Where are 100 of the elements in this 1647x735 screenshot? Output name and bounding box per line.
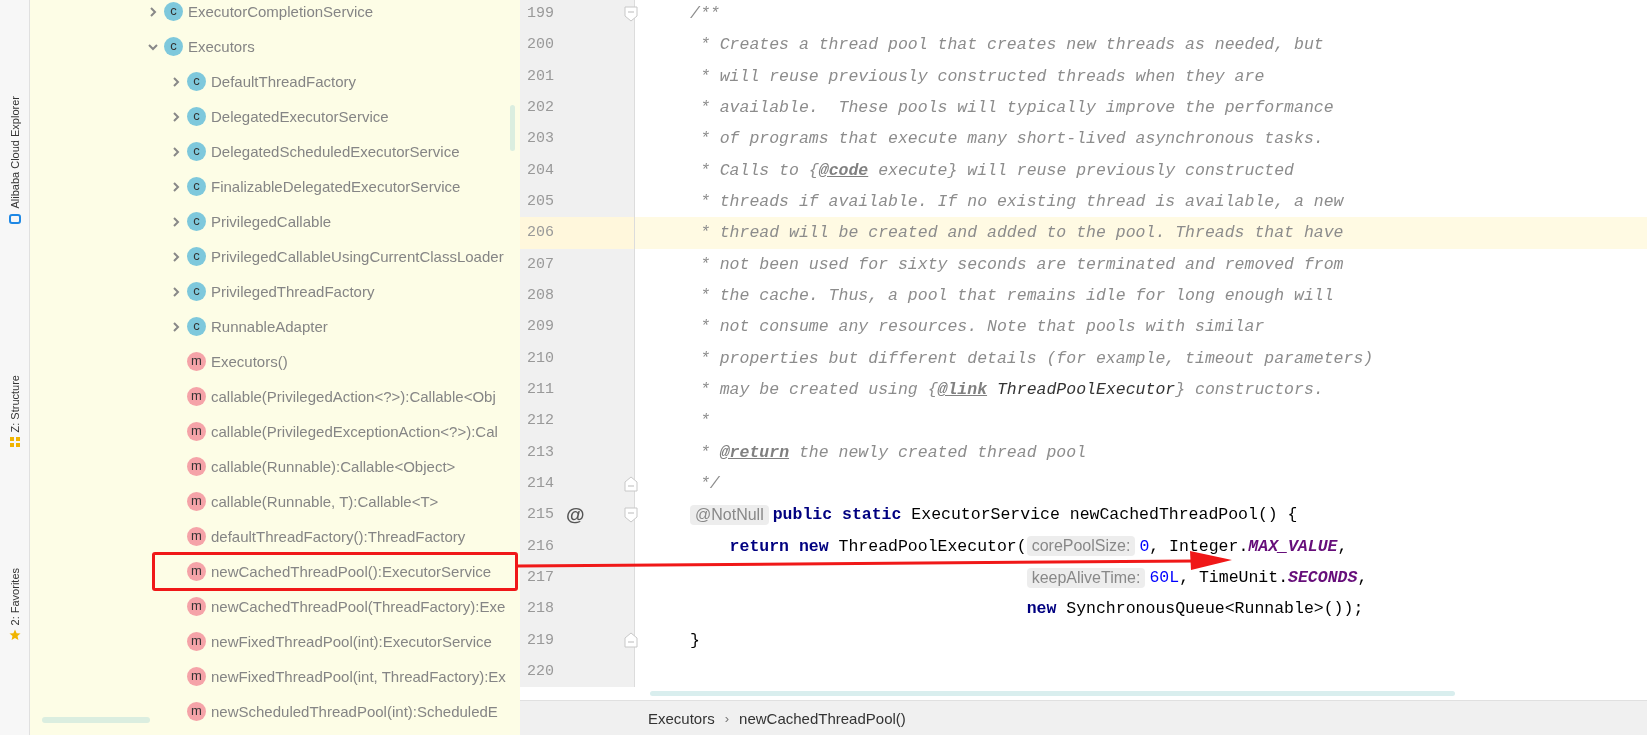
code-comment: /** (690, 4, 720, 24)
code-text: SynchronousQueue<Runnable>()); (1065, 599, 1364, 619)
code-comment: * the cache. Thus, a pool that remains idle for long enough will (698, 286, 1334, 306)
class-icon: c (187, 177, 206, 196)
code-text: , (1337, 536, 1348, 556)
code-comment: * Creates a thread pool that creates new threads as needed, but (698, 35, 1324, 55)
scrollbar-thumb[interactable] (42, 717, 150, 723)
code-keyword: new (1026, 599, 1057, 619)
parameter-hint: corePoolSize: (1026, 536, 1136, 557)
tree-item[interactable]: DelegatedScheduledExecutorService (211, 143, 460, 160)
code-comment: * of programs that execute many short-lived asynchronous tasks. (698, 129, 1324, 149)
code-comment: the newly created thread pool (797, 442, 1087, 462)
code-text: ThreadPoolExecutor( (837, 536, 1027, 556)
code-comment: * (698, 442, 711, 462)
chevron-right-icon[interactable] (170, 145, 182, 158)
line-number: 208 (527, 287, 554, 305)
code-text: } (690, 630, 700, 650)
tree-item[interactable]: newFixedThreadPool(int):ExecutorService (211, 633, 492, 650)
scrollbar-thumb[interactable] (510, 105, 515, 151)
line-number: 212 (527, 412, 554, 430)
parameter-hint: @NotNull (690, 504, 769, 525)
chevron-right-icon[interactable] (170, 180, 182, 193)
class-icon: c (187, 317, 206, 336)
code-comment: * threads if available. If no existing thread is available, a new (698, 192, 1344, 212)
method-icon: m (187, 422, 206, 441)
chevron-right-icon[interactable] (170, 320, 182, 333)
parameter-hint: keepAliveTime: (1026, 567, 1146, 588)
class-icon: c (187, 212, 206, 231)
line-number: 217 (527, 569, 554, 587)
line-number: 205 (527, 193, 554, 211)
line-number: 214 (527, 475, 554, 493)
line-number: 211 (527, 381, 554, 399)
chevron-right-icon[interactable] (170, 75, 182, 88)
line-number: 213 (527, 443, 554, 461)
tool-window-tab[interactable]: 2: Favorites (8, 568, 21, 626)
line-number: 199 (527, 5, 554, 23)
method-icon: m (187, 387, 206, 406)
tree-item[interactable]: PrivilegedThreadFactory (211, 283, 375, 300)
tree-item[interactable]: newFixedThreadPool(int, ThreadFactory):Ex (211, 668, 506, 685)
tree-item[interactable]: DelegatedExecutorService (211, 108, 389, 125)
code-comment: */ (698, 474, 720, 494)
doc-tag: @code (818, 160, 869, 180)
line-number: 209 (527, 318, 554, 336)
chevron-right-icon[interactable] (170, 215, 182, 228)
line-number: 204 (527, 161, 554, 179)
tree-item[interactable]: ExecutorCompletionService (188, 3, 374, 20)
code-comment: * not been used for sixty seconds are terminated and removed from (698, 254, 1344, 274)
chevron-right-icon[interactable] (170, 285, 182, 298)
code-comment: * available. These pools will typically improve the performance (698, 98, 1334, 118)
code-comment: * may be created using { (698, 380, 938, 400)
line-number: 206 (527, 224, 554, 242)
tree-item[interactable]: FinalizableDelegatedExecutorService (211, 178, 461, 195)
line-number: 210 (527, 349, 554, 367)
method-icon: m (187, 457, 206, 476)
code-comment: } constructors. (1175, 380, 1324, 400)
code-comment: * (698, 411, 710, 431)
tree-item[interactable]: callable(PrivilegedExceptionAction<?>):Cal (211, 423, 498, 440)
scrollbar-thumb[interactable] (650, 691, 1455, 696)
tree-item[interactable]: callable(Runnable, T):Callable<T> (211, 493, 439, 510)
code-constant: MAX_VALUE (1248, 536, 1338, 556)
tree-item[interactable]: RunnableAdapter (211, 318, 328, 335)
star-icon (8, 629, 21, 642)
cloud-icon (8, 212, 21, 225)
code-text: , Integer. (1149, 536, 1249, 556)
chevron-right-icon[interactable] (147, 5, 159, 18)
breadcrumb[interactable]: Executors (648, 710, 715, 727)
method-icon: m (187, 702, 206, 721)
tree-item[interactable]: newCachedThreadPool():ExecutorService (211, 563, 492, 580)
code-keyword: return new (728, 536, 829, 556)
class-icon: c (164, 2, 183, 21)
class-icon: c (187, 247, 206, 266)
tool-window-tab[interactable]: Alibaba Cloud Explorer (8, 96, 21, 209)
chevron-right-icon[interactable] (170, 110, 182, 123)
breadcrumb[interactable]: newCachedThreadPool() (739, 710, 906, 727)
tree-item[interactable]: newCachedThreadPool(ThreadFactory):Exe (211, 598, 506, 615)
tree-item[interactable]: Executors() (211, 353, 288, 370)
tree-item[interactable]: Executors (188, 38, 255, 55)
chevron-right-icon[interactable] (170, 250, 182, 263)
tree-item[interactable]: callable(PrivilegedAction<?>):Callable<Obj (211, 388, 496, 405)
tree-item[interactable]: PrivilegedCallableUsingCurrentClassLoader (211, 248, 504, 265)
method-icon: m (187, 667, 206, 686)
class-icon: c (187, 72, 206, 91)
code-number: 0 (1139, 536, 1150, 556)
tree-item[interactable]: defaultThreadFactory():ThreadFactory (211, 528, 466, 545)
code-text: ExecutorService newCachedThreadPool() { (910, 505, 1298, 525)
tree-item[interactable]: callable(Runnable):Callable<Object> (211, 458, 456, 475)
tree-item[interactable]: newScheduledThreadPool(int):ScheduledE (211, 703, 498, 720)
code-comment: execute} will reuse previously constructed (877, 160, 1295, 180)
doc-tag: @return (719, 442, 790, 462)
doc-tag: @link (937, 380, 988, 400)
code-comment: * Calls to { (698, 160, 819, 180)
method-icon: m (187, 597, 206, 616)
tree-item[interactable]: DefaultThreadFactory (211, 73, 357, 90)
tool-window-tab[interactable]: Z: Structure (8, 374, 21, 432)
breadcrumb-separator: › (724, 711, 730, 726)
line-number: 220 (527, 663, 554, 681)
line-number: 202 (527, 99, 554, 117)
tree-item[interactable]: PrivilegedCallable (211, 213, 332, 230)
gutter-marker[interactable]: @ (566, 503, 585, 526)
line-number: 219 (527, 631, 554, 649)
